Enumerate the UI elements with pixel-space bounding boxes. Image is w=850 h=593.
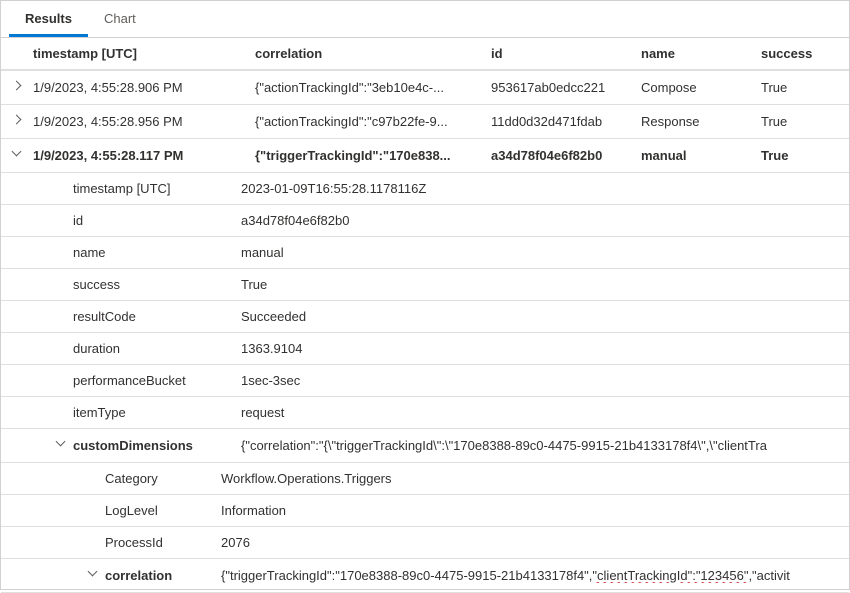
detail-value: 2076 [221,535,849,550]
detail-key: id [73,213,241,228]
detail-row: name manual [1,237,849,269]
cell-correlation: {"actionTrackingId":"c97b22fe-9... [255,114,491,129]
chevron-down-icon[interactable] [54,437,68,451]
detail-key: duration [73,341,241,356]
detail-row: timestamp [UTC] 2023-01-09T16:55:28.1178… [1,173,849,205]
chevron-down-icon[interactable] [10,147,24,161]
cell-success: True [761,80,849,95]
detail-key: resultCode [73,309,241,324]
detail-value: 2023-01-09T16:55:28.1178116Z [241,181,849,196]
header-id[interactable]: id [491,46,641,61]
cell-timestamp: 1/9/2023, 4:55:28.117 PM [33,148,255,163]
header-correlation[interactable]: correlation [255,46,491,61]
table-row[interactable]: 1/9/2023, 4:55:28.906 PM {"actionTrackin… [1,70,849,105]
cell-id: a34d78f04e6f82b0 [491,148,641,163]
detail-key: itemType [73,405,241,420]
detail-key: name [73,245,241,260]
table-row[interactable]: 1/9/2023, 4:55:28.956 PM {"actionTrackin… [1,105,849,139]
header-success[interactable]: success [761,46,849,61]
cell-timestamp: 1/9/2023, 4:55:28.906 PM [33,80,255,95]
cell-id: 11dd0d32d471fdab [491,114,641,129]
detail-value: Information [221,503,849,518]
detail-key: correlation [105,568,221,583]
detail-value: {"correlation":"{\"triggerTrackingId\":\… [241,438,849,453]
correlation-text-post: ,"activit [748,568,789,583]
cell-name: Response [641,114,761,129]
detail-key: customDimensions [73,438,241,453]
detail-row-correlation[interactable]: correlation {"triggerTrackingId":"170e83… [1,559,849,593]
detail-key: Category [105,471,221,486]
detail-value: Succeeded [241,309,849,324]
chevron-down-icon[interactable] [86,567,100,581]
detail-row: duration 1363.9104 [1,333,849,365]
detail-row-customdimensions[interactable]: customDimensions {"correlation":"{\"trig… [1,429,849,463]
detail-value: {"triggerTrackingId":"170e8388-89c0-4475… [221,568,849,583]
detail-value: a34d78f04e6f82b0 [241,213,849,228]
detail-key: performanceBucket [73,373,241,388]
column-headers: timestamp [UTC] correlation id name succ… [1,38,849,70]
detail-row: performanceBucket 1sec-3sec [1,365,849,397]
detail-value: manual [241,245,849,260]
correlation-text-highlight: "clientTrackingId":"123456" [592,568,748,583]
cell-id: 953617ab0edcc221 [491,80,641,95]
tab-results[interactable]: Results [9,1,88,37]
header-name[interactable]: name [641,46,761,61]
detail-row: Category Workflow.Operations.Triggers [1,463,849,495]
header-timestamp[interactable]: timestamp [UTC] [33,46,255,61]
cell-name: Compose [641,80,761,95]
cell-timestamp: 1/9/2023, 4:55:28.956 PM [33,114,255,129]
detail-value: 1sec-3sec [241,373,849,388]
detail-key: ProcessId [105,535,221,550]
tab-chart[interactable]: Chart [88,1,152,37]
cell-success: True [761,114,849,129]
detail-key: LogLevel [105,503,221,518]
tabs: Results Chart [1,1,849,38]
detail-key: success [73,277,241,292]
cell-correlation: {"triggerTrackingId":"170e838... [255,148,491,163]
cell-success: True [761,148,849,163]
detail-key: timestamp [UTC] [73,181,241,196]
detail-value: Workflow.Operations.Triggers [221,471,849,486]
chevron-right-icon[interactable] [10,113,24,127]
chevron-right-icon[interactable] [10,79,24,93]
detail-row: id a34d78f04e6f82b0 [1,205,849,237]
detail-row: LogLevel Information [1,495,849,527]
detail-row: resultCode Succeeded [1,301,849,333]
table-row-expanded[interactable]: 1/9/2023, 4:55:28.117 PM {"triggerTracki… [1,139,849,173]
detail-row: itemType request [1,397,849,429]
detail-value: request [241,405,849,420]
cell-name: manual [641,148,761,163]
cell-correlation: {"actionTrackingId":"3eb10e4c-... [255,80,491,95]
correlation-text-pre: {"triggerTrackingId":"170e8388-89c0-4475… [221,568,592,583]
detail-value: True [241,277,849,292]
detail-value: 1363.9104 [241,341,849,356]
detail-row: ProcessId 2076 [1,527,849,559]
detail-row: success True [1,269,849,301]
